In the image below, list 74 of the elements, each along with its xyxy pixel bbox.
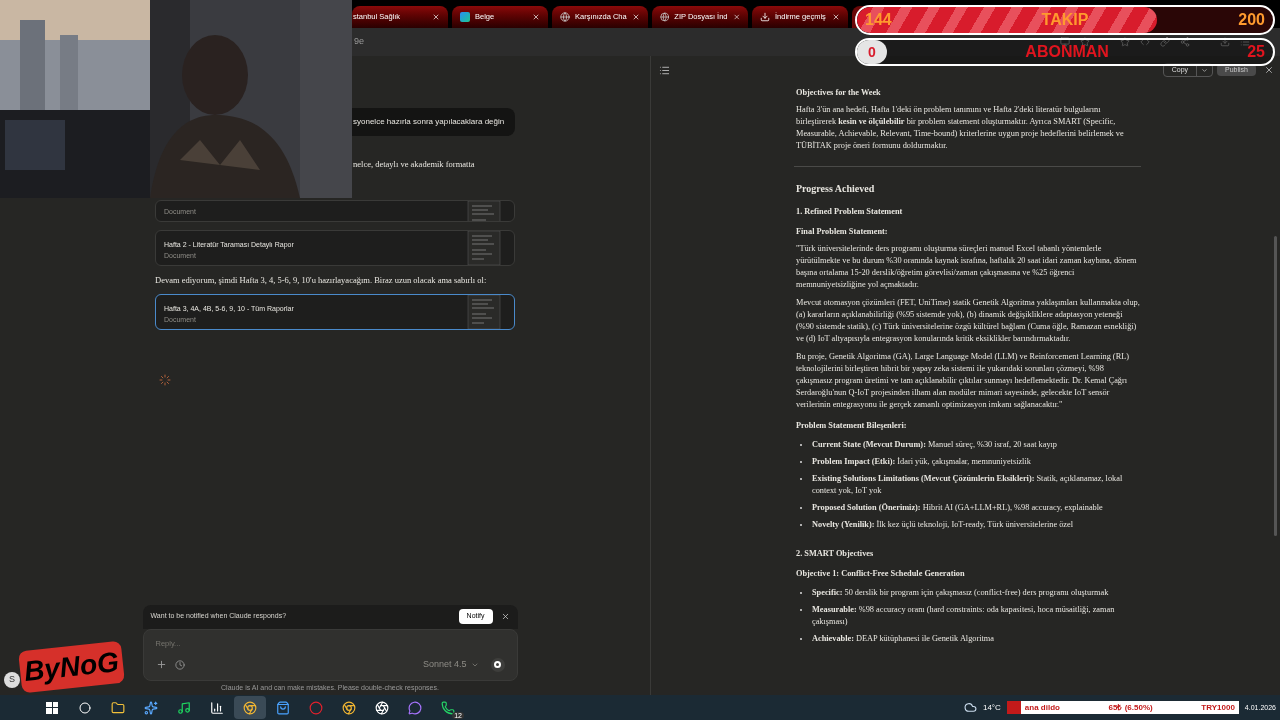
globe-icon	[660, 12, 670, 22]
plus-icon[interactable]	[155, 659, 167, 670]
document-icon	[460, 12, 470, 22]
document-thumbnail-icon	[466, 201, 502, 221]
ticker-name: ana dildo	[1024, 701, 1060, 714]
subheading: Problem Statement Bileşenleri:	[796, 420, 908, 432]
subheading: 2. SMART Objectives	[796, 548, 875, 560]
paragraph: Bu proje, Genetik Algoritma (GA), Large Language Model (LLM) ve Reinforcement Learning (RL) teknolojilerini birleştiren hibrit bir yapay zeka sistemi ile yukarıdaki sorunları çözmeyi, %98 çakışmasız program üretimi ve tam açıklanabilir çıktılar sunmayı hedeflemektedir. Dr. Kemal Çağrı Serdaroğlu'nun Q-IoT projesinden ilham alan modüler mimari sayesinde, gelecekte IoT sensör verilerinin entegrasyonu ile gerçek zamanlı optimizasyon imkanı sağlanacaktır."	[796, 351, 1130, 411]
follower-count: 144	[865, 10, 892, 30]
ticker-target: TRY1000	[1201, 701, 1235, 714]
browser-icon[interactable]	[243, 700, 257, 715]
list-item: Existing Solutions Limitations (Mevcut Çözümlerin Eksikleri): Statik, açıklanamaz, lokal context yok, IoT yok	[812, 473, 1124, 497]
subscriber-label: ABONMAN	[1025, 44, 1109, 60]
start-icon[interactable]	[46, 701, 58, 714]
assistant-message: nelce, detaylı ve akademik formatta	[352, 158, 476, 170]
document-thumbnail-icon	[466, 231, 502, 265]
loading-spinner-icon	[159, 374, 171, 386]
close-icon[interactable]	[732, 13, 740, 21]
model-selector[interactable]: Sonnet 4.5	[422, 657, 479, 672]
list-item: Proposed Solution (Önerimiz): Hibrit AI (GA+LLM+RL), %98 accuracy, explainable	[812, 502, 1103, 514]
close-icon[interactable]	[632, 13, 640, 21]
star-icon[interactable]	[1120, 37, 1130, 47]
outline-icon[interactable]	[659, 64, 670, 76]
music-app-icon[interactable]	[177, 700, 191, 715]
ring-app-icon[interactable]	[309, 700, 323, 715]
list-item: Specific: 50 derslik bir program için çakışmasız (conflict-free) ders programı oluşturmak	[812, 587, 1109, 599]
list-item: Problem Impact (Etki): İdari yük, çakışmalar, memnuniyetsizlik	[812, 456, 1031, 468]
subheading: Final Problem Statement:	[796, 226, 889, 238]
list-item: Current State (Mevcut Durum): Manuel süreç, %30 israf, 20 saat kayıp	[812, 439, 1057, 451]
download-icon	[760, 12, 770, 22]
download-icon[interactable]	[1220, 37, 1230, 47]
link-icon[interactable]	[1160, 37, 1170, 47]
screen-icon[interactable]	[1060, 37, 1070, 47]
close-icon[interactable]	[500, 612, 510, 621]
subheading: 1. Refined Problem Statement	[796, 206, 904, 218]
chart-app-icon[interactable]	[210, 700, 224, 715]
search-icon[interactable]	[79, 701, 91, 714]
close-icon[interactable]	[832, 13, 840, 21]
weather-icon	[963, 701, 977, 714]
phone-app-icon[interactable]	[441, 700, 455, 715]
follower-label: TAKIP	[1041, 10, 1089, 30]
subheading: Objectives for the Week	[796, 87, 882, 99]
folder-icon[interactable]	[111, 700, 125, 715]
list-item: Achievable: DEAP kütüphanesi ile Genetik Algoritma	[812, 633, 994, 645]
document-thumbnail-icon	[466, 295, 502, 329]
temperature: 14°C	[982, 701, 1001, 714]
star-icon[interactable]	[1080, 37, 1090, 47]
assistant-message: Devam ediyorum, şimdi Hafta 3, 4, 5-6, 9, 10'u hazırlayacağım. Biraz uzun olacak ama sabırlı ol:	[155, 274, 488, 286]
paragraph: "Türk üniversitelerinde ders programı oluşturma süreçleri manuel Excel tabanlı yöntemlerle yürütülmekte ve bu durum %30 oranında kaynak israfına, haftalık 20 saat idari zaman kaybına, dönem başına ortalama 15-20 derslik/öğretim görevlisi/zaman çakışmasına ve %25 öğrenci memnuniyetsizliğine yol açmaktadır.	[796, 243, 1138, 291]
ticker-change: 65₺ (6.50%)	[1108, 701, 1153, 714]
list-item: Novelty (Yenilik): İlk kez üçlü teknoloji, IoT-ready, Türk üniversitelerine özel	[812, 519, 1073, 531]
chevron-down-icon	[1201, 66, 1209, 74]
paragraph: Hafta 3'ün ana hedefi, Hafta 1'deki ön problem tanımını ve Hafta 2'deki literatür bulgularını birleştirerek kesin ve ölçülebilir bir problem statement oluşturmaktır. Ayrıca SMART (Specific, Measurable, Achievable, Relevant, Time-bound) kriterlerine uygun proje hedeflerini belirlemek ve TÜBİTAK proje öneri formunu doldurmaktır.	[796, 104, 1125, 152]
sparkle-app-icon[interactable]	[144, 700, 158, 715]
subheading: Objective 1: Conflict-Free Schedule Generation	[796, 568, 966, 580]
browser-icon[interactable]	[342, 700, 356, 715]
close-icon[interactable]	[532, 13, 540, 21]
address-bar[interactable]: 9e	[354, 35, 364, 49]
paragraph: Mevcut otomasyon çözümleri (FET, UniTime) statik Genetik Algoritma yaklaşımları kullanmakta olup, (a) kararların açıklanabilirliği (%95 sistemde yok), (b) dinamik değişikliklere adaptasyon yeteneği (%90 sistemde statik), (c) Türk üniversitelerine özgü kültürel bağlam (Cuma öğle, Ramazan esnekliği) ve (d) IoT altyapısıyla entegrasyon konularında kritik eksiklikler barındırmaktadır.	[796, 297, 1141, 345]
close-icon[interactable]	[432, 13, 440, 21]
subscriber-goal: 25	[1247, 42, 1265, 62]
chat-app-icon[interactable]	[408, 700, 422, 715]
follower-goal: 200	[1238, 10, 1265, 30]
list-icon[interactable]	[1240, 37, 1250, 47]
globe-icon	[560, 12, 570, 22]
aperture-icon[interactable]	[375, 700, 389, 715]
code-icon[interactable]	[1140, 37, 1150, 47]
clock-icon[interactable]	[174, 659, 185, 670]
section-heading: Progress Achieved	[796, 183, 876, 195]
share-icon[interactable]	[1180, 37, 1190, 47]
list-item: Measurable: %98 accuracy oranı (hard constraints: oda kapasitesi, hoca müsaitliği, zaman çakışması)	[812, 604, 1116, 628]
voice-button[interactable]	[490, 657, 505, 672]
close-icon[interactable]	[1264, 65, 1274, 75]
store-icon[interactable]	[276, 700, 290, 715]
